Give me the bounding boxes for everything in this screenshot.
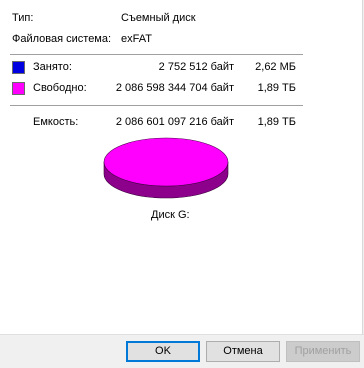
file-system-label: Файловая система: [12,33,111,45]
used-color-swatch [12,61,25,74]
separator [10,105,303,106]
type-label: Тип: [12,12,33,24]
capacity-label: Емкость: [33,116,78,128]
ok-button[interactable]: OK [126,341,200,362]
file-system-value: exFAT [121,33,152,45]
free-color-swatch [12,82,25,95]
dialog-footer: OK Отмена Применить [0,334,364,368]
capacity-size: 1,89 ТБ [258,116,296,128]
apply-button[interactable]: Применить [286,341,360,362]
general-tab-panel: Тип: Съемный диск Файловая система: exFA… [0,0,363,334]
type-value: Съемный диск [121,12,196,24]
used-size: 2,62 МБ [255,61,296,73]
free-bytes: 2 086 598 344 704 байт [116,82,234,94]
disk-label: Диск G: [151,209,190,221]
capacity-bytes: 2 086 601 097 216 байт [116,116,234,128]
free-label: Свободно: [33,82,87,94]
cancel-button[interactable]: Отмена [206,341,280,362]
used-bytes: 2 752 512 байт [159,61,234,73]
pie-slice-1 [104,138,228,186]
free-size: 1,89 ТБ [258,82,296,94]
used-label: Занято: [33,61,72,73]
separator [10,54,303,55]
disk-usage-pie-chart [103,137,229,199]
